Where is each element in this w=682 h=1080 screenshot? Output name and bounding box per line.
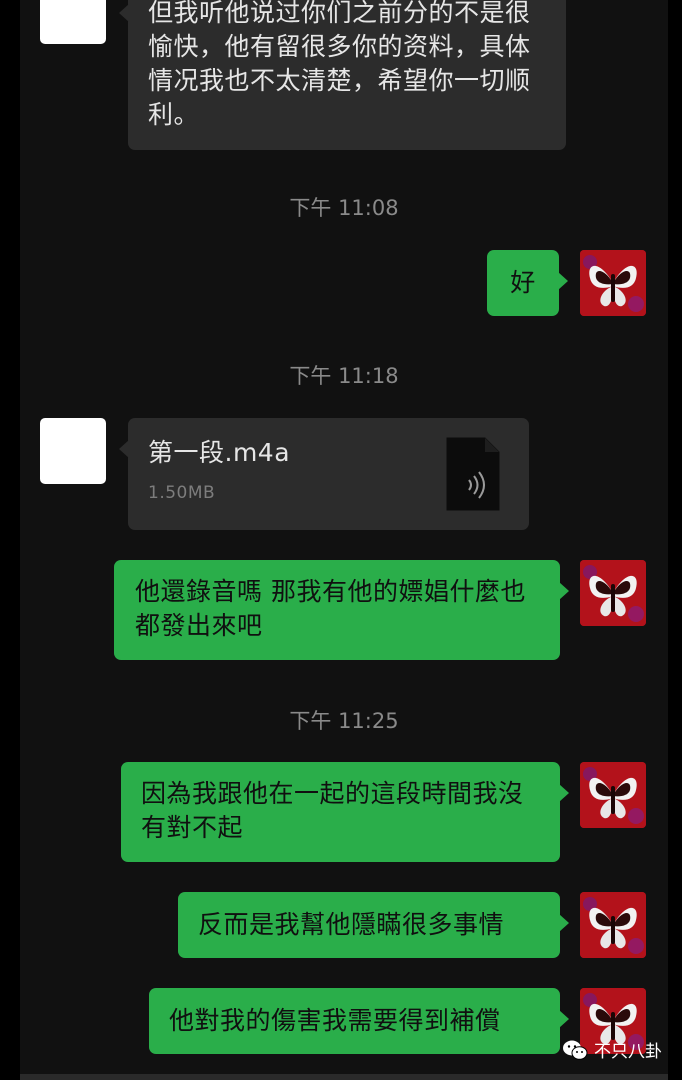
file-size: 1.50MB: [148, 483, 216, 503]
message-bubble-outgoing[interactable]: 反而是我幫他隱瞞很多事情: [178, 892, 569, 958]
butterfly-avatar-icon: [580, 250, 646, 316]
butterfly-avatar-icon: [580, 762, 646, 828]
message-text: 反而是我幫他隱瞞很多事情: [198, 910, 505, 939]
message-text: 他還錄音嗎 那我有他的嫖娼什麼也都發出來吧: [135, 577, 526, 640]
bottom-divider: [20, 1074, 668, 1080]
contact-avatar[interactable]: [40, 0, 106, 44]
message-text: 但我听他说过你们之前分的不是很愉快，他有留很多你的资料，具体情况我也不太清楚，希…: [148, 0, 531, 129]
message-bubble-incoming[interactable]: 但我听他说过你们之前分的不是很愉快，他有留很多你的资料，具体情况我也不太清楚，希…: [119, 0, 566, 150]
watermark-text: 不只八卦: [594, 1042, 662, 1062]
message-bubble-outgoing[interactable]: 他對我的傷害我需要得到補償: [149, 988, 569, 1054]
message-bubble-outgoing[interactable]: 他還錄音嗎 那我有他的嫖娼什麼也都發出來吧: [114, 560, 569, 660]
my-avatar[interactable]: [580, 892, 646, 958]
file-name: 第一段.m4a: [148, 438, 291, 467]
butterfly-avatar-icon: [580, 560, 646, 626]
audio-file-icon: [446, 437, 500, 511]
message-text: 好: [510, 268, 536, 297]
my-avatar[interactable]: [580, 250, 646, 316]
watermark: 不只八卦: [562, 1037, 662, 1062]
message-bubble-outgoing[interactable]: 好: [487, 250, 568, 316]
butterfly-avatar-icon: [580, 892, 646, 958]
contact-avatar[interactable]: [40, 418, 106, 484]
file-message[interactable]: 第一段.m4a 1.50MB: [119, 418, 529, 530]
my-avatar[interactable]: [580, 762, 646, 828]
wechat-icon: [563, 1040, 588, 1060]
my-avatar[interactable]: [580, 560, 646, 626]
message-text: 因為我跟他在一起的這段時間我沒有對不起: [141, 779, 524, 842]
timestamp: 下午 11:25: [289, 709, 399, 733]
message-bubble-outgoing[interactable]: 因為我跟他在一起的這段時間我沒有對不起: [121, 762, 569, 862]
timestamp: 下午 11:08: [289, 196, 399, 220]
chat-area[interactable]: 但我听他说过你们之前分的不是很愉快，他有留很多你的资料，具体情况我也不太清楚，希…: [20, 0, 668, 1080]
message-text: 他對我的傷害我需要得到補償: [169, 1006, 501, 1035]
timestamp: 下午 11:18: [289, 364, 399, 388]
